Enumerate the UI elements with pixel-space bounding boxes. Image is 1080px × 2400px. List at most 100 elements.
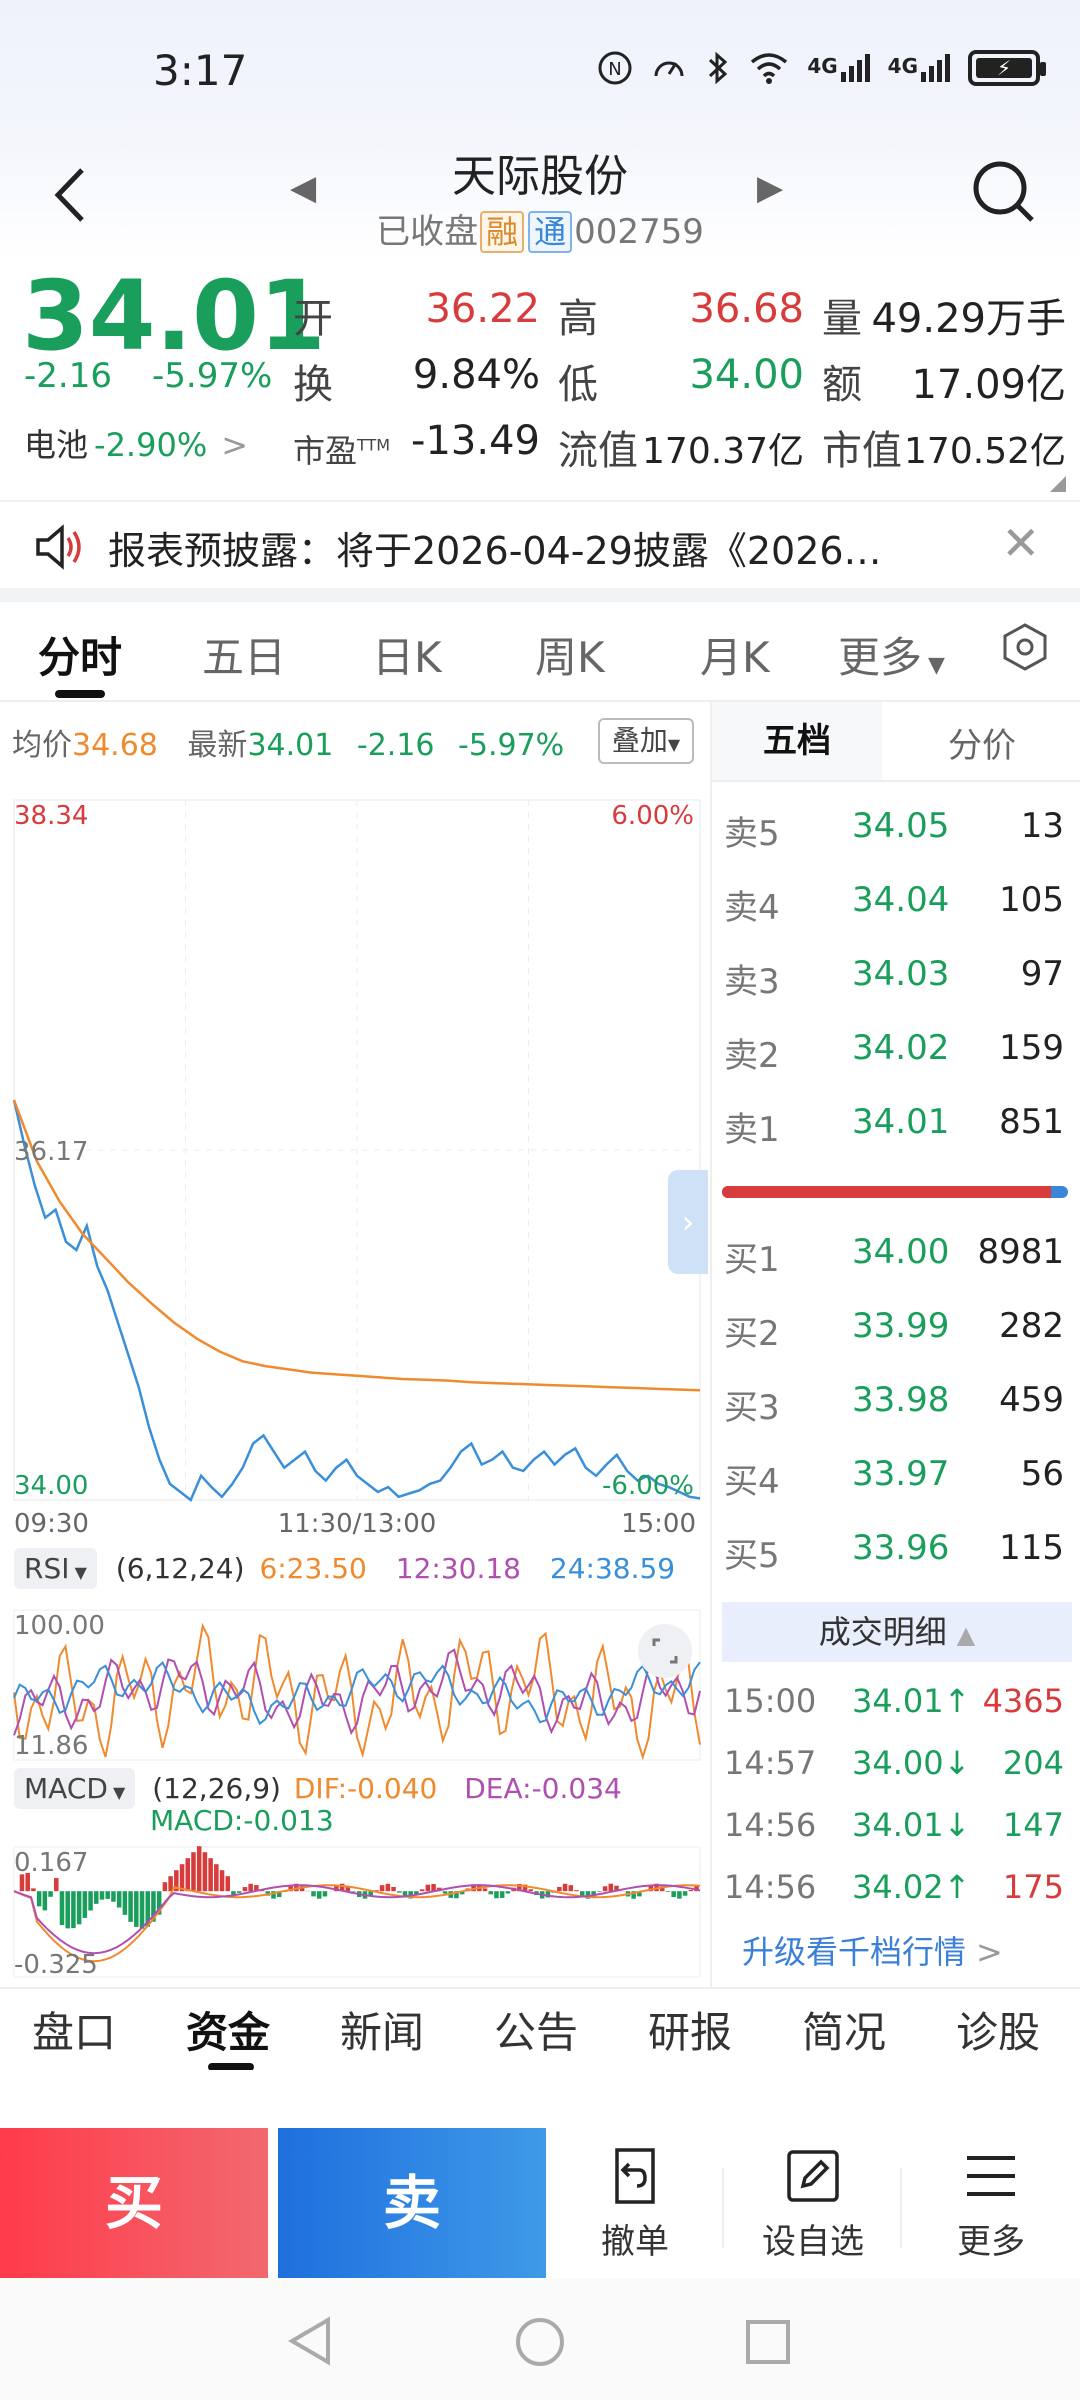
- tab-handicap[interactable]: 盘口: [32, 1999, 116, 2060]
- tab-announcements[interactable]: 公告: [494, 1999, 578, 2060]
- macd-bar: [482, 1888, 488, 1892]
- trade-volume: 147: [1002, 1806, 1064, 1844]
- fullscreen-icon[interactable]: [636, 1622, 694, 1680]
- order-book-tabs: 五档 分价: [712, 702, 1080, 782]
- sector-link[interactable]: 电池 -2.90% >: [24, 420, 248, 466]
- macd-bar: [82, 1891, 88, 1918]
- order-book-panel: 五档 分价 卖5 34.05 13 卖4 34.04 105 卖3 34.03 97 卖2 34.0…: [710, 702, 1080, 1987]
- macd-bar: [122, 1891, 128, 1915]
- macd-bar: [397, 1891, 402, 1893]
- search-icon[interactable]: [964, 152, 1044, 232]
- level-volume: 459: [999, 1380, 1064, 1420]
- level-label: 卖2: [724, 1036, 780, 1076]
- signal-4g-icon: 4G: [888, 54, 950, 82]
- ask-level-row[interactable]: 卖5 34.05 13: [712, 788, 1080, 862]
- tab-daily-k[interactable]: 日K: [372, 624, 442, 685]
- turnover-value: 9.84%: [412, 352, 540, 398]
- tab-monthly-k[interactable]: 月K: [700, 624, 770, 685]
- ask-level-row[interactable]: 卖4 34.04 105: [712, 862, 1080, 936]
- macd-max-label: 0.167: [14, 1848, 88, 1878]
- status-bar: 3:17 N 4G 4G ⚡: [0, 0, 1080, 140]
- macd-bar: [528, 1889, 534, 1892]
- chart-area[interactable]: 均价34.68 最新34.01 -2.16 -5.97% 叠加▼ 38.34 36…: [0, 702, 710, 1987]
- close-icon[interactable]: ✕: [1001, 516, 1040, 570]
- level-label: 卖3: [724, 962, 780, 1002]
- tab-five-day[interactable]: 五日: [202, 624, 286, 685]
- macd-bar: [494, 1891, 499, 1899]
- nav-recents-icon[interactable]: [744, 2318, 792, 2366]
- macd-bar: [71, 1891, 76, 1929]
- add-watchlist-button[interactable]: 设自选: [728, 2146, 898, 2263]
- expand-corner-icon[interactable]: [1050, 476, 1066, 492]
- tab-diagnosis[interactable]: 诊股: [956, 1999, 1040, 2060]
- macd-bar: [99, 1891, 105, 1900]
- active-tab-indicator: [55, 690, 105, 698]
- tab-research[interactable]: 研报: [648, 1999, 732, 2060]
- bid-level-row[interactable]: 买4 33.97 56: [712, 1436, 1080, 1510]
- tab-price-distribution[interactable]: 分价: [897, 718, 1067, 767]
- trade-price: 34.00↓: [852, 1744, 971, 1782]
- trade-time: 14:56: [724, 1806, 817, 1844]
- overlay-button[interactable]: 叠加▼: [598, 718, 694, 764]
- macd-bar: [597, 1891, 602, 1892]
- macd-bar: [202, 1852, 208, 1892]
- tab-profile[interactable]: 简况: [802, 1999, 886, 2060]
- tab-news[interactable]: 新闻: [340, 1999, 424, 2060]
- macd-selector[interactable]: MACD ▼: [14, 1768, 136, 1809]
- bid-level-row[interactable]: 买2 33.99 282: [712, 1288, 1080, 1362]
- buy-button[interactable]: 买: [0, 2128, 268, 2278]
- tab-five-levels[interactable]: 五档: [712, 702, 882, 780]
- amount-label: 额: [822, 362, 862, 408]
- macd-bar: [351, 1891, 356, 1892]
- level-volume: 282: [999, 1306, 1064, 1346]
- sell-button[interactable]: 卖: [278, 2128, 546, 2278]
- cancel-order-button[interactable]: 撤单: [550, 2146, 720, 2263]
- signal-4g-icon: 4G: [807, 54, 870, 82]
- rsi-selector[interactable]: RSI ▼: [14, 1548, 97, 1589]
- macd-bar: [134, 1891, 139, 1927]
- y-axis-label: 38.34: [14, 801, 88, 831]
- more-button[interactable]: 更多: [906, 2146, 1076, 2263]
- settings-hexagon-icon[interactable]: [1000, 622, 1050, 672]
- macd-bar: [425, 1884, 431, 1892]
- ask-level-row[interactable]: 卖1 34.01 851: [712, 1084, 1080, 1158]
- macd-bar: [379, 1885, 385, 1892]
- nfc-icon: N: [598, 51, 632, 85]
- trades-header[interactable]: 成交明细 ▲: [722, 1602, 1072, 1662]
- level-volume: 56: [1020, 1454, 1064, 1494]
- bid-level-row[interactable]: 买3 33.98 459: [712, 1362, 1080, 1436]
- macd-bar: [385, 1883, 391, 1892]
- battery-icon: ⚡: [968, 50, 1046, 86]
- tab-weekly-k[interactable]: 周K: [535, 624, 605, 685]
- macd-bar: [499, 1891, 505, 1898]
- pe-label: 市盈TTM: [293, 432, 391, 470]
- tab-more[interactable]: 更多 ▼: [838, 624, 945, 685]
- macd-bar: [316, 1891, 322, 1899]
- level-label: 买5: [724, 1536, 780, 1576]
- bid-ask-ratio-bar: [722, 1186, 1068, 1198]
- next-stock-button[interactable]: ▶: [757, 168, 783, 208]
- bid-level-row[interactable]: 买1 34.00 8981: [712, 1214, 1080, 1288]
- pe-value: -13.49: [411, 418, 540, 464]
- macd-header: MACD ▼ (12,26,9) DIF:-0.040 DEA:-0.034: [14, 1768, 622, 1809]
- macd-bar: [54, 1878, 59, 1892]
- system-nav-bar: [0, 2278, 1080, 2400]
- bid-level-row[interactable]: 买5 33.96 115: [712, 1510, 1080, 1584]
- amount-value: 17.09亿: [911, 362, 1066, 408]
- ask-level-row[interactable]: 卖2 34.02 159: [712, 1010, 1080, 1084]
- macd-bar: [196, 1846, 202, 1892]
- price-change: -2.16: [24, 356, 112, 396]
- macd-bar: [128, 1891, 133, 1922]
- tab-capital[interactable]: 资金: [186, 1999, 270, 2060]
- collapse-panel-button[interactable]: ›: [668, 1170, 708, 1274]
- trade-time: 14:56: [724, 1868, 817, 1906]
- macd-bar: [442, 1891, 448, 1894]
- nav-back-icon[interactable]: [286, 2316, 334, 2366]
- upgrade-link[interactable]: 升级看千档行情 >: [742, 1927, 1003, 1973]
- y-axis-label: 34.00: [14, 1471, 88, 1501]
- level-label: 买4: [724, 1462, 780, 1502]
- tab-intraday[interactable]: 分时: [38, 624, 122, 685]
- ask-level-row[interactable]: 卖3 34.03 97: [712, 936, 1080, 1010]
- nav-home-icon[interactable]: [514, 2316, 566, 2368]
- notice-banner[interactable]: 报表预披露：将于2026-04-29披露《2026… ✕: [0, 500, 1080, 590]
